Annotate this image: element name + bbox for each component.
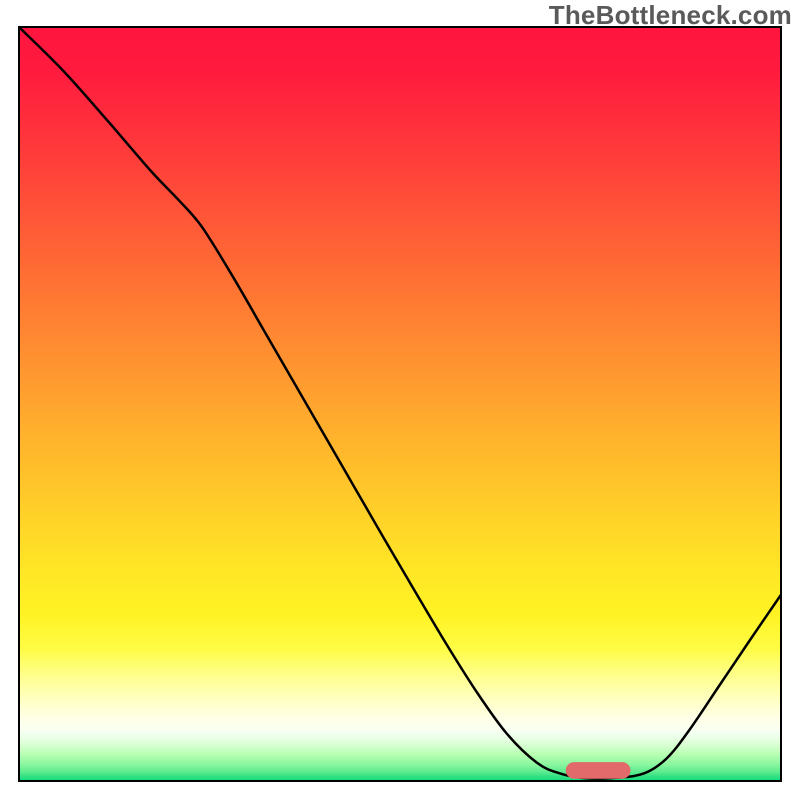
bottleneck-chart [0, 0, 800, 800]
chart-container: { "watermark": "TheBottleneck.com", "cha… [0, 0, 800, 800]
optimal-marker [566, 762, 631, 779]
watermark-text: TheBottleneck.com [549, 0, 792, 31]
gradient-background [19, 27, 781, 781]
